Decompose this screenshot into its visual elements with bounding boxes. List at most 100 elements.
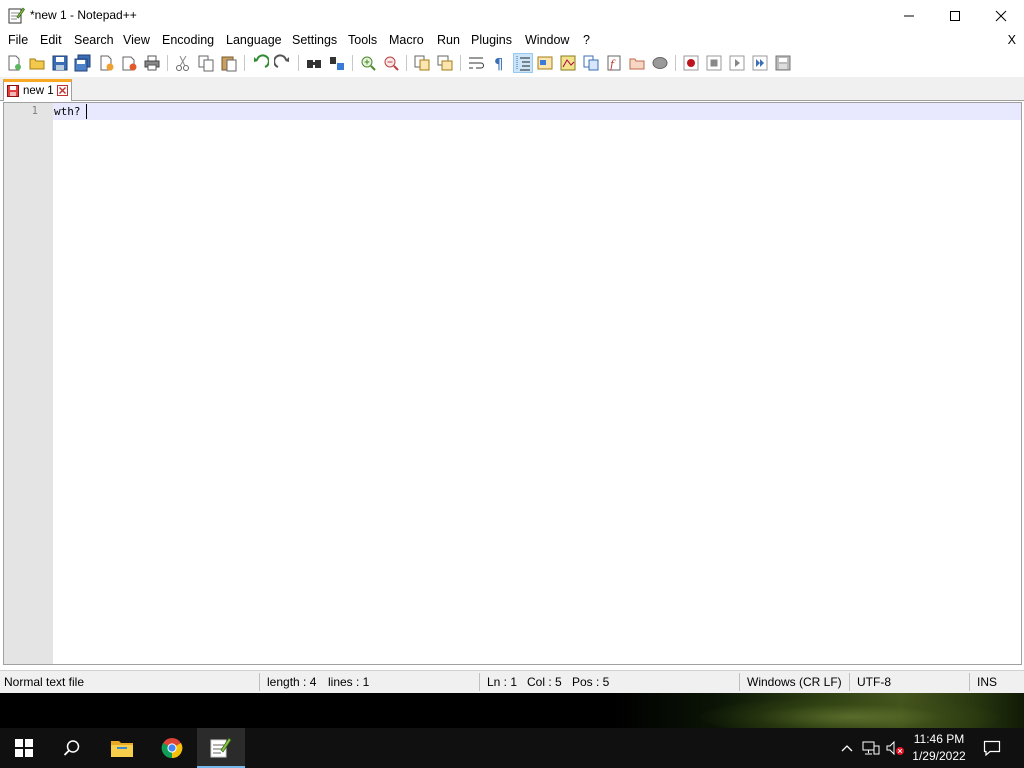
maximize-button[interactable] [932, 0, 978, 31]
clock-date: 1/29/2022 [912, 749, 966, 763]
windows-start-icon [15, 739, 33, 757]
tab-close-icon[interactable] [57, 85, 68, 96]
replace-icon[interactable] [328, 54, 346, 72]
save-macro-icon[interactable] [774, 54, 792, 72]
toolbar-separator [460, 55, 461, 71]
maximize-icon [950, 10, 960, 21]
status-column: Col : 5 [527, 675, 562, 689]
status-position: Pos : 5 [572, 675, 610, 689]
close-document-button[interactable]: X [1008, 33, 1016, 47]
stop-recording-icon[interactable] [705, 54, 723, 72]
undo-icon[interactable] [251, 54, 269, 72]
status-encoding[interactable]: UTF-8 [857, 671, 891, 693]
show-hidden-icons-button[interactable] [836, 728, 858, 768]
file-explorer-icon [111, 741, 133, 757]
status-divider [969, 673, 970, 691]
cut-icon[interactable] [174, 54, 192, 72]
menu-edit[interactable]: Edit [40, 33, 62, 47]
chrome-icon [161, 738, 183, 759]
zoom-out-icon[interactable] [382, 54, 400, 72]
document-map-icon[interactable] [559, 54, 577, 72]
show-all-characters-icon[interactable]: ¶ [490, 54, 508, 72]
tab-new-1[interactable]: new 1 [3, 79, 72, 101]
notepad-plus-plus-icon [7, 6, 25, 24]
menu-bar: File Edit Search View Encoding Language … [0, 31, 1024, 51]
status-divider [479, 673, 480, 691]
menu-search[interactable]: Search [74, 33, 114, 47]
network-tray-button[interactable] [860, 728, 882, 768]
status-divider [259, 673, 260, 691]
define-language-icon[interactable] [536, 54, 554, 72]
close-window-button[interactable] [978, 0, 1024, 31]
word-wrap-icon[interactable] [467, 54, 485, 72]
sync-horizontal-icon[interactable] [436, 54, 454, 72]
network-icon [862, 741, 880, 755]
status-lines: lines : 1 [328, 675, 370, 689]
svg-text:¶: ¶ [494, 55, 504, 72]
search-icon [63, 740, 80, 756]
taskbar-file-explorer[interactable] [98, 728, 146, 768]
action-center-button[interactable] [978, 728, 1006, 768]
system-clock[interactable]: 11:46 PM 1/29/2022 [904, 731, 974, 765]
taskbar-search-button[interactable] [48, 728, 96, 768]
close-all-icon[interactable] [120, 54, 138, 72]
taskbar: 11:46 PM 1/29/2022 [0, 728, 1024, 768]
tab-label: new 1 [23, 85, 54, 97]
line-number: 1 [31, 105, 38, 117]
title-bar[interactable]: *new 1 - Notepad++ [0, 0, 1024, 31]
desktop-wallpaper [0, 693, 1024, 728]
document-list-icon[interactable] [582, 54, 600, 72]
print-icon[interactable] [143, 54, 161, 72]
menu-encoding[interactable]: Encoding [162, 33, 214, 47]
volume-tray-button[interactable] [884, 728, 906, 768]
save-icon[interactable] [51, 54, 69, 72]
open-file-icon[interactable] [28, 54, 46, 72]
folder-as-workspace-icon[interactable] [628, 54, 646, 72]
notifications-icon [983, 740, 1001, 756]
toolbar-separator [167, 55, 168, 71]
line-number-gutter[interactable]: 1 [4, 103, 53, 664]
record-macro-icon[interactable] [682, 54, 700, 72]
menu-settings[interactable]: Settings [292, 33, 337, 47]
close-icon[interactable] [97, 54, 115, 72]
zoom-in-icon[interactable] [359, 54, 377, 72]
status-bar: Normal text file length : 4 lines : 1 Ln… [0, 670, 1024, 693]
menu-tools[interactable]: Tools [348, 33, 377, 47]
toolbar-separator [244, 55, 245, 71]
copy-icon[interactable] [197, 54, 215, 72]
taskbar-chrome[interactable] [148, 728, 196, 768]
find-icon[interactable] [305, 54, 323, 72]
menu-macro[interactable]: Macro [389, 33, 424, 47]
monitoring-icon[interactable] [651, 54, 669, 72]
unsaved-document-icon [7, 85, 19, 97]
editor-line[interactable]: wth? [54, 105, 81, 118]
toolbar-separator [352, 55, 353, 71]
status-divider [739, 673, 740, 691]
save-all-icon[interactable] [74, 54, 92, 72]
menu-file[interactable]: File [8, 33, 28, 47]
playback-macro-icon[interactable] [728, 54, 746, 72]
text-editor[interactable]: 1 wth? [3, 102, 1022, 665]
redo-icon[interactable] [274, 54, 292, 72]
indent-guide-icon[interactable] [513, 53, 533, 73]
run-macro-multiple-icon[interactable] [751, 54, 769, 72]
minimize-button[interactable] [886, 0, 932, 31]
status-insert-mode[interactable]: INS [977, 671, 997, 693]
new-file-icon[interactable] [5, 54, 23, 72]
menu-view[interactable]: View [123, 33, 150, 47]
menu-window[interactable]: Window [525, 33, 569, 47]
toolbar-separator [675, 55, 676, 71]
menu-run[interactable]: Run [437, 33, 460, 47]
status-length: length : 4 [267, 675, 317, 689]
document-tab-bar: new 1 [0, 77, 1024, 101]
function-list-icon[interactable]: f [605, 54, 623, 72]
paste-icon[interactable] [220, 54, 238, 72]
minimize-icon [904, 15, 914, 16]
taskbar-notepad-plus-plus[interactable] [197, 728, 245, 768]
menu-plugins[interactable]: Plugins [471, 33, 512, 47]
menu-language[interactable]: Language [226, 33, 282, 47]
menu-help[interactable]: ? [583, 33, 590, 47]
start-button[interactable] [0, 728, 48, 768]
sync-vertical-icon[interactable] [413, 54, 431, 72]
status-eol-format[interactable]: Windows (CR LF) [747, 671, 842, 693]
